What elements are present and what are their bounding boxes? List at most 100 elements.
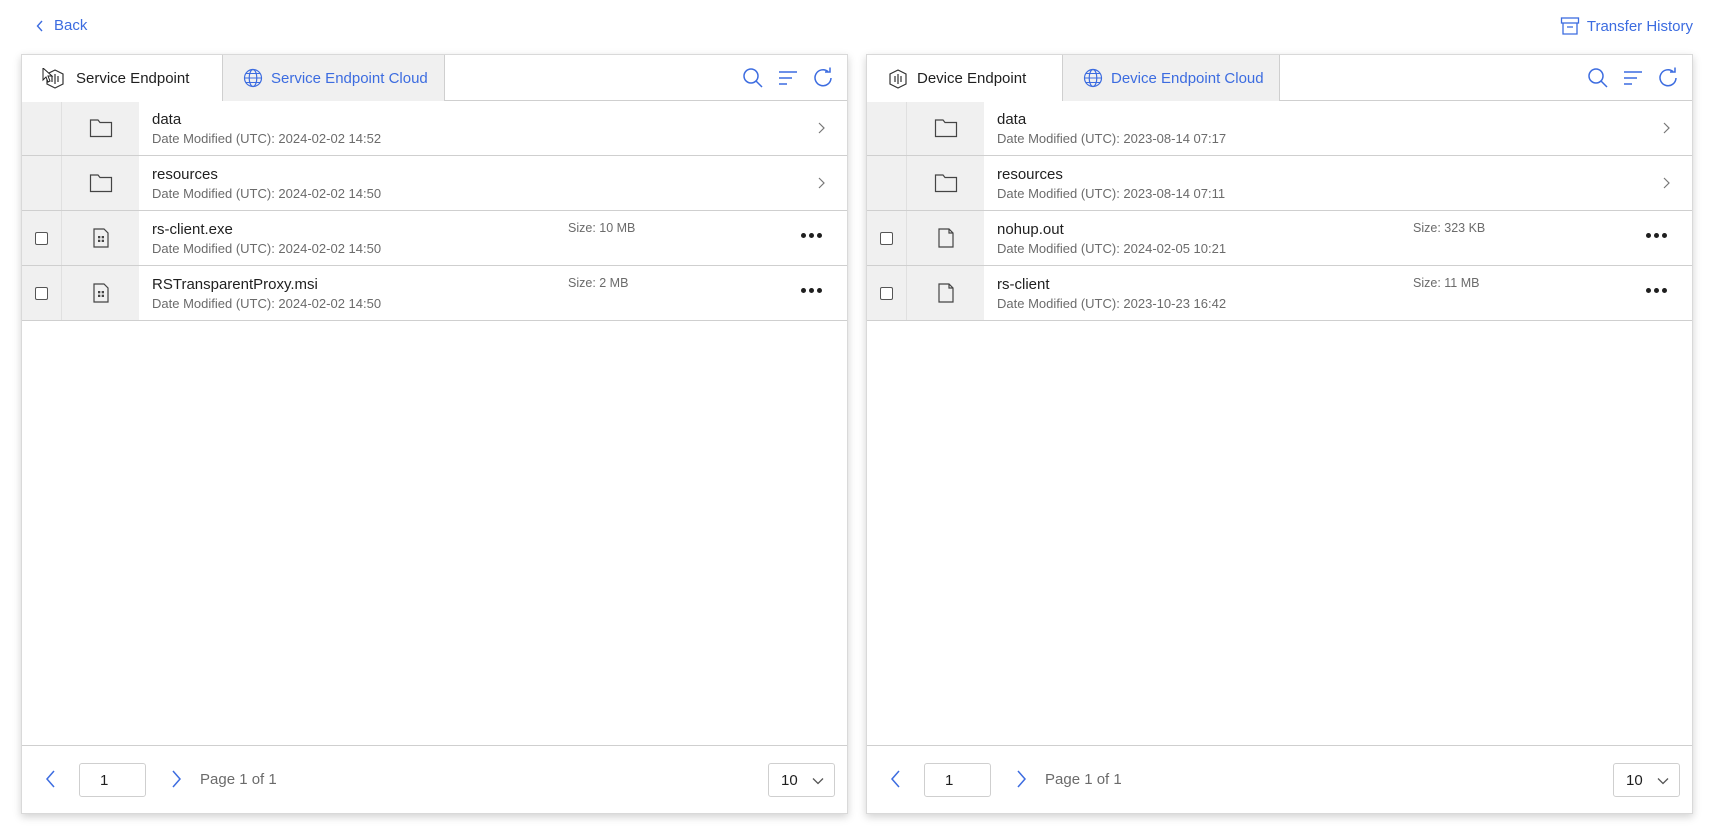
file-name: RSTransparentProxy.msi <box>152 276 318 293</box>
more-options-icon[interactable] <box>1643 280 1669 300</box>
row-checkbox[interactable] <box>880 286 893 300</box>
file-icon <box>937 228 954 248</box>
previous-page-icon[interactable] <box>42 768 60 790</box>
file-row[interactable]: rs-client Date Modified (UTC): 2023-10-2… <box>867 266 1692 321</box>
folder-row[interactable]: resources Date Modified (UTC): 2023-08-1… <box>867 156 1692 211</box>
back-label: Back <box>54 17 88 34</box>
row-icon-cell <box>907 156 984 210</box>
file-size: Size: 11 MB <box>1413 276 1480 290</box>
file-size: Size: 2 MB <box>568 276 629 290</box>
top-bar: Back Transfer History <box>0 0 1711 54</box>
tab-service-endpoint-cloud[interactable]: Service Endpoint Cloud <box>222 55 445 101</box>
page-size-select[interactable]: 10 <box>768 763 835 797</box>
page-size-select[interactable]: 10 <box>1613 763 1680 797</box>
file-name: resources <box>997 166 1063 183</box>
file-list: data Date Modified (UTC): 2024-02-02 14:… <box>22 101 847 321</box>
transfer-history-label: Transfer History <box>1586 17 1693 35</box>
page-size-value: 10 <box>1626 771 1643 789</box>
filter-icon[interactable] <box>1621 66 1645 90</box>
chevron-right-icon[interactable] <box>1658 120 1674 136</box>
device-endpoint-panel: Device Endpoint Device Endpoint Cloud da… <box>866 54 1693 814</box>
file-name: rs-client <box>997 276 1050 293</box>
row-select-cell <box>22 266 62 320</box>
chevron-left-icon <box>36 20 43 31</box>
row-checkbox[interactable] <box>880 231 893 245</box>
row-select-cell <box>22 211 62 265</box>
executable-file-icon <box>92 228 109 248</box>
toolbar <box>1586 66 1680 90</box>
tab-label: Service Endpoint Cloud <box>271 69 428 87</box>
folder-row[interactable]: resources Date Modified (UTC): 2024-02-0… <box>22 156 847 211</box>
file-date: Date Modified (UTC): 2023-10-23 16:42 <box>997 296 1227 311</box>
service-endpoint-panel: Service Endpoint Service Endpoint Cloud … <box>21 54 848 814</box>
tab-device-endpoint[interactable]: Device Endpoint <box>867 55 1062 102</box>
tab-label: Device Endpoint <box>917 70 1027 87</box>
row-icon-cell <box>62 266 139 320</box>
chevron-right-icon[interactable] <box>813 120 829 136</box>
file-date: Date Modified (UTC): 2024-02-02 14:50 <box>152 186 382 201</box>
chevron-right-icon[interactable] <box>1658 175 1674 191</box>
tab-label: Service Endpoint <box>76 70 190 87</box>
folder-row[interactable]: data Date Modified (UTC): 2024-02-02 14:… <box>22 101 847 156</box>
file-row[interactable]: RSTransparentProxy.msi Date Modified (UT… <box>22 266 847 321</box>
row-icon-cell <box>907 266 984 320</box>
refresh-icon[interactable] <box>811 66 835 90</box>
pagination: Page 1 of 1 10 <box>867 745 1692 813</box>
chevron-right-icon[interactable] <box>813 175 829 191</box>
row-icon-cell <box>62 211 139 265</box>
file-row[interactable]: rs-client.exe Date Modified (UTC): 2024-… <box>22 211 847 266</box>
filter-icon[interactable] <box>776 66 800 90</box>
globe-icon <box>243 68 263 88</box>
more-options-icon[interactable] <box>798 280 824 300</box>
next-page-icon[interactable] <box>1012 768 1030 790</box>
row-checkbox[interactable] <box>35 231 48 245</box>
row-select-cell <box>867 156 907 210</box>
refresh-icon[interactable] <box>1656 66 1680 90</box>
folder-icon <box>934 119 957 138</box>
row-select-cell <box>867 101 907 155</box>
archive-icon <box>1560 17 1580 35</box>
file-date: Date Modified (UTC): 2023-08-14 07:11 <box>997 186 1226 201</box>
file-name: data <box>997 111 1027 128</box>
row-icon-cell <box>907 101 984 155</box>
page-number-input[interactable] <box>924 763 991 797</box>
transfer-history-button[interactable]: Transfer History <box>1560 16 1693 36</box>
file-size: Size: 10 MB <box>568 221 636 235</box>
folder-icon <box>89 119 112 138</box>
search-icon[interactable] <box>741 66 765 90</box>
more-options-icon[interactable] <box>1643 225 1669 245</box>
row-checkbox[interactable] <box>35 286 48 300</box>
file-date: Date Modified (UTC): 2023-08-14 07:17 <box>997 131 1227 146</box>
row-select-cell <box>22 101 62 155</box>
file-date: Date Modified (UTC): 2024-02-05 10:21 <box>997 241 1227 256</box>
device-endpoint-icon <box>889 68 907 89</box>
service-endpoint-icon <box>42 67 64 89</box>
row-select-cell <box>867 211 907 265</box>
chevron-down-icon <box>1657 778 1669 785</box>
file-row[interactable]: nohup.out Date Modified (UTC): 2024-02-0… <box>867 211 1692 266</box>
folder-row[interactable]: data Date Modified (UTC): 2023-08-14 07:… <box>867 101 1692 156</box>
search-icon[interactable] <box>1586 66 1610 90</box>
row-select-cell <box>867 266 907 320</box>
file-date: Date Modified (UTC): 2024-02-02 14:50 <box>152 296 382 311</box>
installer-file-icon <box>92 283 109 303</box>
page-size-value: 10 <box>781 771 798 789</box>
row-icon-cell <box>62 156 139 210</box>
file-name: resources <box>152 166 218 183</box>
file-list: data Date Modified (UTC): 2023-08-14 07:… <box>867 101 1692 321</box>
more-options-icon[interactable] <box>798 225 824 245</box>
file-date: Date Modified (UTC): 2024-02-02 14:50 <box>152 241 382 256</box>
file-name: nohup.out <box>997 221 1064 238</box>
tab-service-endpoint[interactable]: Service Endpoint <box>22 55 222 102</box>
file-date: Date Modified (UTC): 2024-02-02 14:52 <box>152 131 382 146</box>
next-page-icon[interactable] <box>167 768 185 790</box>
folder-icon <box>89 174 112 193</box>
file-icon <box>937 283 954 303</box>
toolbar <box>741 66 835 90</box>
tab-device-endpoint-cloud[interactable]: Device Endpoint Cloud <box>1062 55 1280 101</box>
back-button[interactable]: Back <box>36 17 87 34</box>
page-number-input[interactable] <box>79 763 146 797</box>
previous-page-icon[interactable] <box>887 768 905 790</box>
file-size: Size: 323 KB <box>1413 221 1486 235</box>
file-name: data <box>152 111 182 128</box>
